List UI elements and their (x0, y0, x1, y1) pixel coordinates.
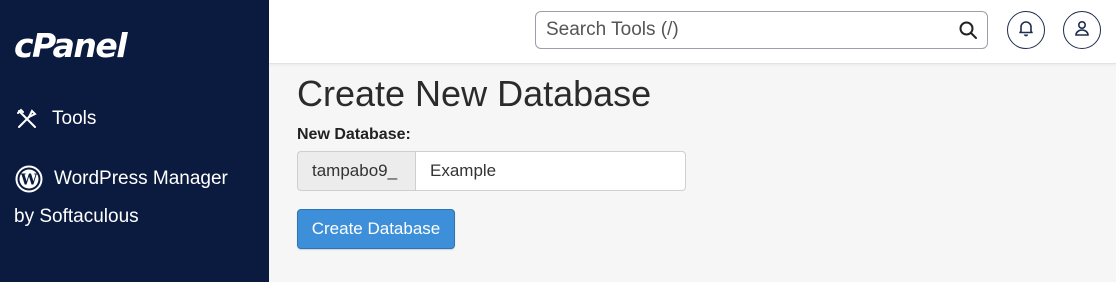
cpanel-logo[interactable]: cPanel (14, 28, 128, 64)
sidebar: cPanel Tools W WordPress Manager by Soft… (0, 0, 269, 282)
wordpress-icon: W (14, 164, 44, 194)
database-name-group: tampabo9_ (297, 151, 686, 191)
search-icon[interactable] (957, 19, 979, 41)
search-input[interactable] (546, 19, 957, 41)
sidebar-item-tools[interactable]: Tools (14, 106, 96, 132)
create-database-button[interactable]: Create Database (297, 209, 455, 249)
sidebar-item-label: Tools (52, 108, 97, 129)
sidebar-item-label: WordPress Manager (54, 168, 228, 189)
tools-icon (14, 106, 40, 132)
sidebar-item-sublabel: by Softaculous (14, 206, 139, 227)
svg-text:W: W (20, 171, 39, 189)
database-name-input[interactable] (415, 151, 686, 191)
user-menu-button[interactable] (1063, 11, 1101, 49)
new-database-label: New Database: (297, 126, 411, 143)
user-icon (1073, 19, 1091, 42)
top-header (269, 0, 1116, 64)
sidebar-item-wordpress-manager[interactable]: W WordPress Manager by Softaculous (14, 160, 264, 236)
search-box[interactable] (535, 11, 988, 49)
notifications-button[interactable] (1007, 11, 1045, 49)
bell-icon (1017, 19, 1035, 42)
database-prefix: tampabo9_ (297, 151, 415, 191)
main-content: Create New Database New Database: tampab… (297, 66, 686, 249)
page-title: Create New Database (297, 73, 652, 114)
